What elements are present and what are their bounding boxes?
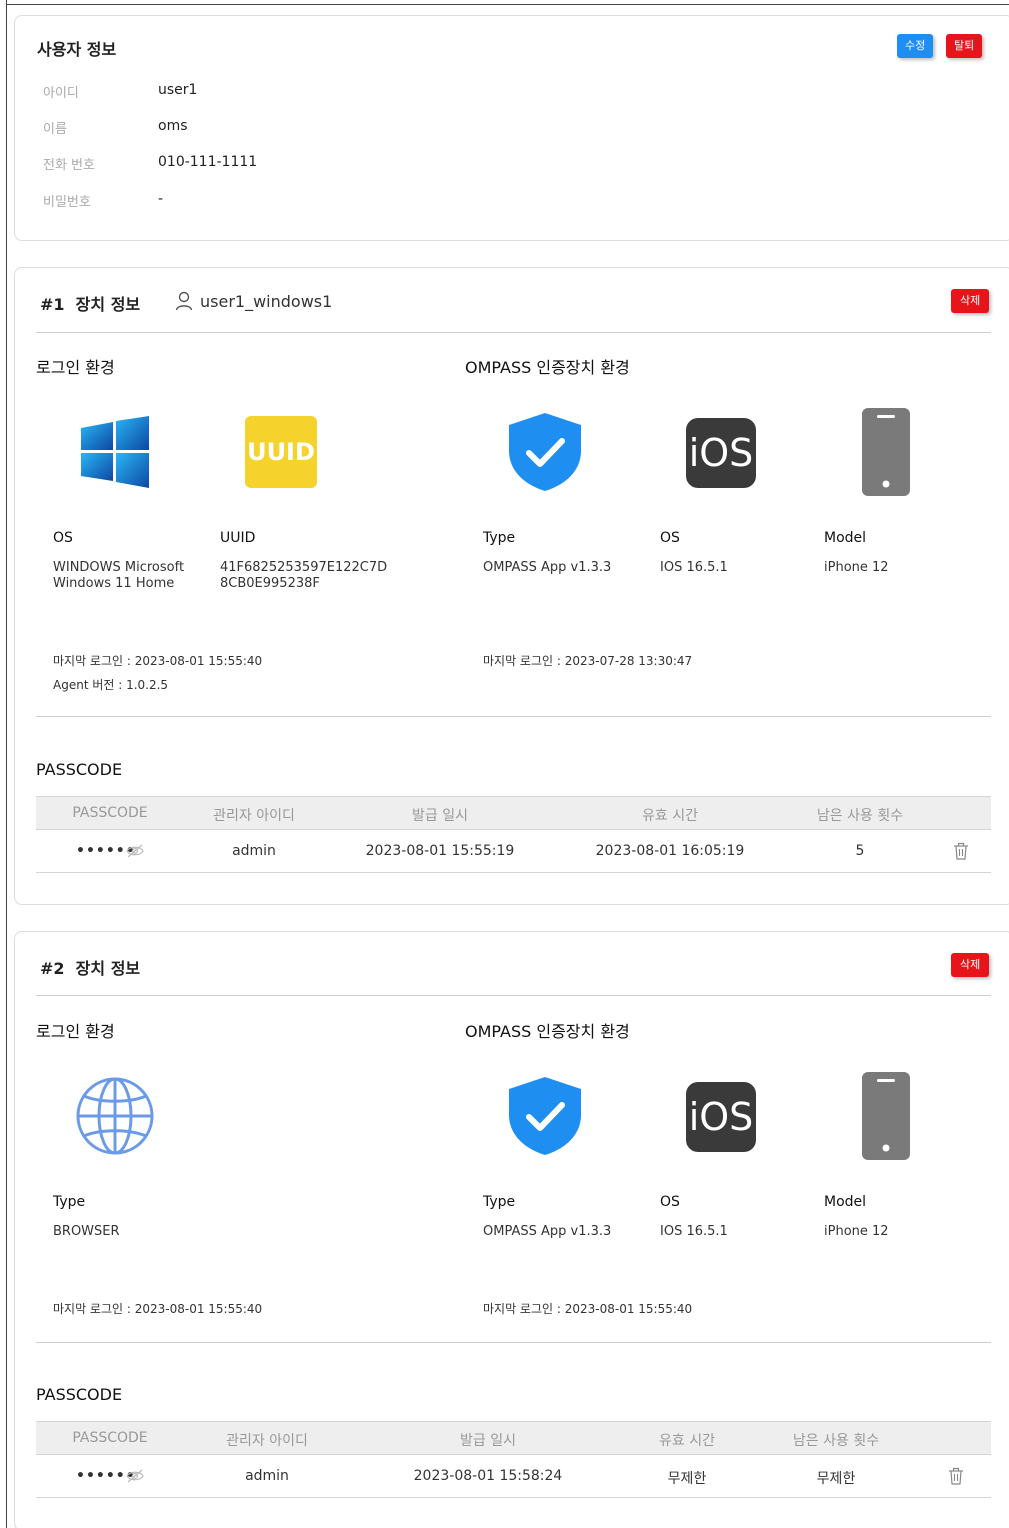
ompass-value-type: OMPASS App v1.3.3 — [483, 1224, 612, 1239]
login-last-login: 마지막 로그인 : 2023-08-01 15:55:40 — [53, 1302, 263, 1316]
ompass-env-title: OMPASS 인증장치 환경 — [465, 358, 630, 377]
withdraw-button[interactable]: 탈퇴 — [946, 34, 983, 58]
ompass-label-os: OS — [660, 530, 680, 546]
ompass-value-os: IOS 16.5.1 — [660, 1224, 728, 1239]
window-frame-left — [6, 0, 7, 1528]
ompass-value-model: iPhone 12 — [824, 1224, 889, 1239]
ompass-value-model: iPhone 12 — [824, 560, 889, 575]
divider — [36, 995, 991, 996]
ompass-label-model: Model — [824, 1194, 867, 1210]
issued-value: 2023-08-01 15:58:24 — [413, 1468, 563, 1484]
phone-icon — [861, 407, 911, 501]
shield-check-icon — [507, 1075, 583, 1161]
passcode-title: PASSCODE — [36, 760, 123, 779]
login-value-uuid: 41F6825253597E122C7D 8CB0E995238F — [220, 560, 388, 591]
delete-device-button[interactable]: 삭제 — [951, 289, 990, 313]
ios-icon: iOS — [686, 1082, 756, 1152]
device-card-1: #1 장치 정보 user1_windows1 삭제 로그인 환경 OMPASS… — [14, 267, 1009, 905]
globe-icon — [75, 1076, 155, 1160]
field-value-phone: 010-111-1111 — [158, 154, 258, 170]
field-label-phone: 전화 번호 — [43, 158, 95, 173]
remaining-value: 무제한 — [816, 1471, 856, 1487]
passcode-table-header: PASSCODE 관리자 아이디 발급 일시 유효 시간 남은 사용 횟수 — [36, 1421, 991, 1455]
remaining-value: 5 — [855, 843, 865, 859]
table-row: •••••• admin 2023-08-01 15:55:19 2023-08… — [36, 831, 991, 873]
field-label-name: 이름 — [43, 122, 67, 137]
table-row: •••••• admin 2023-08-01 15:58:24 무제한 무제한 — [36, 1456, 991, 1498]
login-label-type: Type — [53, 1194, 86, 1210]
valid-value: 2023-08-01 16:05:19 — [595, 843, 745, 859]
field-value-password: - — [158, 191, 164, 207]
col-valid: 유효 시간 — [659, 1433, 715, 1449]
issued-value: 2023-08-01 15:55:19 — [365, 843, 515, 859]
trash-icon[interactable] — [948, 1467, 964, 1489]
edit-button[interactable]: 수정 — [897, 34, 934, 58]
uuid-icon: UUID — [245, 416, 317, 488]
admin-id-value: admin — [245, 1468, 289, 1484]
admin-id-value: admin — [232, 843, 276, 859]
col-issued: 발급 일시 — [412, 808, 468, 824]
ompass-value-os: IOS 16.5.1 — [660, 560, 728, 575]
agent-version: Agent 버전 : 1.0.2.5 — [53, 678, 169, 692]
col-remaining: 남은 사용 횟수 — [816, 808, 904, 824]
device-title: #1 장치 정보 — [40, 295, 141, 314]
login-label-uuid: UUID — [220, 530, 256, 546]
user-icon — [175, 291, 193, 315]
ompass-last-login: 마지막 로그인 : 2023-08-01 15:55:40 — [483, 1302, 693, 1316]
login-env-title: 로그인 환경 — [36, 1022, 115, 1041]
ompass-label-model: Model — [824, 530, 867, 546]
divider — [36, 332, 991, 333]
ompass-env-title: OMPASS 인증장치 환경 — [465, 1022, 630, 1041]
window-frame-top — [6, 4, 1009, 5]
shield-check-icon — [507, 411, 583, 497]
delete-device-button[interactable]: 삭제 — [951, 953, 990, 977]
phone-icon — [861, 1071, 911, 1165]
ompass-label-os: OS — [660, 1194, 680, 1210]
ompass-label-type: Type — [483, 530, 516, 546]
login-value-type: BROWSER — [53, 1224, 120, 1239]
col-issued: 발급 일시 — [460, 1433, 516, 1449]
login-value-os: WINDOWS Microsoft Windows 11 Home — [53, 560, 185, 591]
field-label-password: 비밀번호 — [43, 195, 91, 210]
col-remaining: 남은 사용 횟수 — [792, 1433, 880, 1449]
col-passcode: PASSCODE — [72, 1430, 148, 1446]
passcode-title: PASSCODE — [36, 1385, 123, 1404]
windows-icon — [79, 416, 151, 492]
device-username: user1_windows1 — [200, 292, 333, 311]
col-admin-id: 관리자 아이디 — [213, 808, 295, 824]
login-env-title: 로그인 환경 — [36, 358, 115, 377]
field-label-id: 아이디 — [43, 86, 79, 101]
field-value-id: user1 — [158, 82, 198, 98]
login-label-os: OS — [53, 530, 73, 546]
field-value-name: oms — [158, 118, 188, 134]
eye-off-icon[interactable] — [126, 844, 144, 862]
ompass-last-login: 마지막 로그인 : 2023-07-28 13:30:47 — [483, 654, 693, 668]
divider — [36, 1342, 991, 1343]
device-title: #2 장치 정보 — [40, 959, 141, 978]
ompass-value-type: OMPASS App v1.3.3 — [483, 560, 612, 575]
device-card-2: #2 장치 정보 삭제 로그인 환경 OMPASS 인증장치 환경 iOS Ty… — [14, 931, 1009, 1528]
col-passcode: PASSCODE — [72, 805, 148, 821]
trash-icon[interactable] — [953, 842, 969, 864]
valid-value: 무제한 — [667, 1471, 707, 1487]
ios-icon: iOS — [686, 418, 756, 488]
divider — [36, 716, 991, 717]
user-info-card: 사용자 정보 수정 탈퇴 아이디 user1 이름 oms 전화 번호 010-… — [14, 15, 1009, 241]
login-last-login: 마지막 로그인 : 2023-08-01 15:55:40 — [53, 654, 263, 668]
col-valid: 유효 시간 — [642, 808, 698, 824]
eye-off-icon[interactable] — [126, 1469, 144, 1487]
ompass-label-type: Type — [483, 1194, 516, 1210]
user-info-title: 사용자 정보 — [37, 40, 117, 59]
col-admin-id: 관리자 아이디 — [226, 1433, 308, 1449]
passcode-table-header: PASSCODE 관리자 아이디 발급 일시 유효 시간 남은 사용 횟수 — [36, 796, 991, 830]
